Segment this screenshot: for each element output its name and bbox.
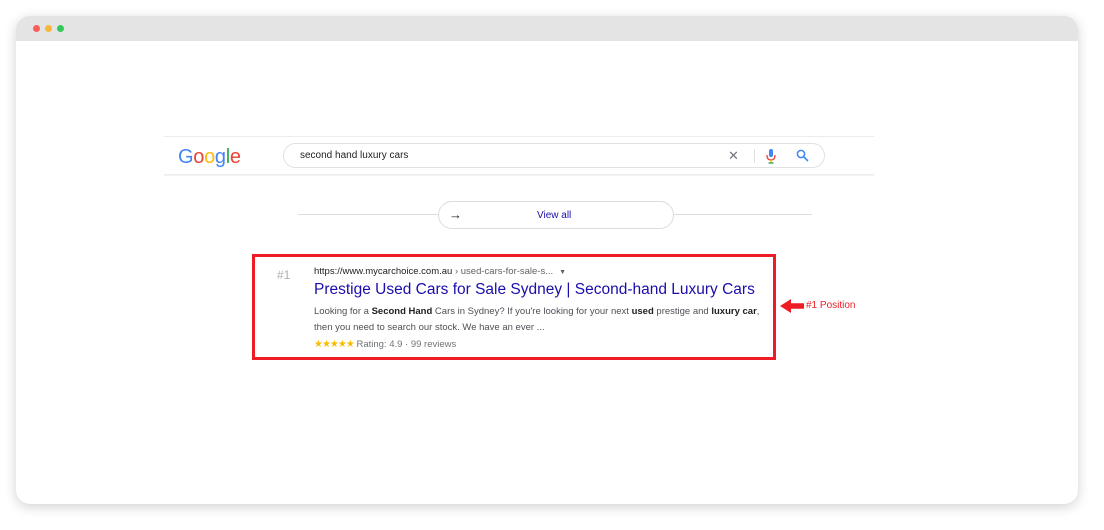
logo-letter: o — [193, 146, 205, 168]
logo-letter: o — [204, 146, 215, 168]
result-snippet: Looking for a Second Hand Cars in Sydney… — [314, 304, 776, 336]
microphone-icon[interactable] — [766, 149, 776, 169]
annotation-arrow-icon — [780, 299, 804, 313]
url-path: › used-cars-for-sale-s... — [452, 266, 554, 277]
google-logo[interactable]: Google — [178, 146, 241, 169]
window-titlebar — [16, 16, 1078, 41]
search-icon[interactable] — [796, 149, 809, 167]
snippet-bold: used — [631, 306, 654, 317]
url-domain: https://www.mycarchoice.com.au — [314, 266, 453, 277]
rating-row: ★★★★★ Rating: 4.9 · 99 reviews — [314, 339, 456, 350]
result-url[interactable]: https://www.mycarchoice.com.au › used-ca… — [314, 266, 566, 277]
divider — [754, 149, 755, 163]
snippet-bold: Second Hand — [371, 306, 433, 317]
search-results-page: Google second hand luxury cars ✕ → View … — [164, 136, 874, 360]
snippet-bold: luxury car — [711, 306, 757, 317]
divider — [674, 214, 812, 215]
logo-letter: e — [229, 146, 241, 168]
caret-down-icon[interactable]: ▼ — [559, 269, 566, 276]
divider — [164, 136, 874, 137]
minimize-window-dot[interactable] — [45, 25, 52, 32]
clear-icon[interactable]: ✕ — [728, 148, 739, 164]
snippet-text: Cars in Sydney? If you're looking for yo… — [432, 306, 632, 317]
result-rank: #1 — [277, 268, 291, 282]
arrow-right-icon: → — [449, 207, 462, 222]
search-box[interactable]: second hand luxury cars ✕ — [283, 143, 825, 168]
snippet-text: prestige and — [653, 306, 712, 317]
maximize-window-dot[interactable] — [57, 25, 64, 32]
snippet-text: Looking for a — [314, 306, 372, 317]
position-annotation-label: #1 Position — [806, 300, 856, 311]
result-title-link[interactable]: Prestige Used Cars for Sale Sydney | Sec… — [314, 281, 755, 299]
logo-letter: g — [214, 146, 226, 168]
search-input[interactable]: second hand luxury cars — [300, 150, 408, 161]
logo-letter: G — [178, 146, 194, 168]
view-all-label: View all — [537, 210, 572, 221]
highlighted-result: #1 https://www.mycarchoice.com.au › used… — [252, 254, 776, 360]
header-divider — [164, 174, 874, 176]
rating-text: Rating: 4.9 · 99 reviews — [353, 339, 457, 350]
star-rating-icon: ★★★★★ — [314, 339, 355, 350]
view-all-button[interactable]: → View all — [438, 201, 674, 229]
divider — [298, 214, 438, 215]
close-window-dot[interactable] — [33, 25, 40, 32]
